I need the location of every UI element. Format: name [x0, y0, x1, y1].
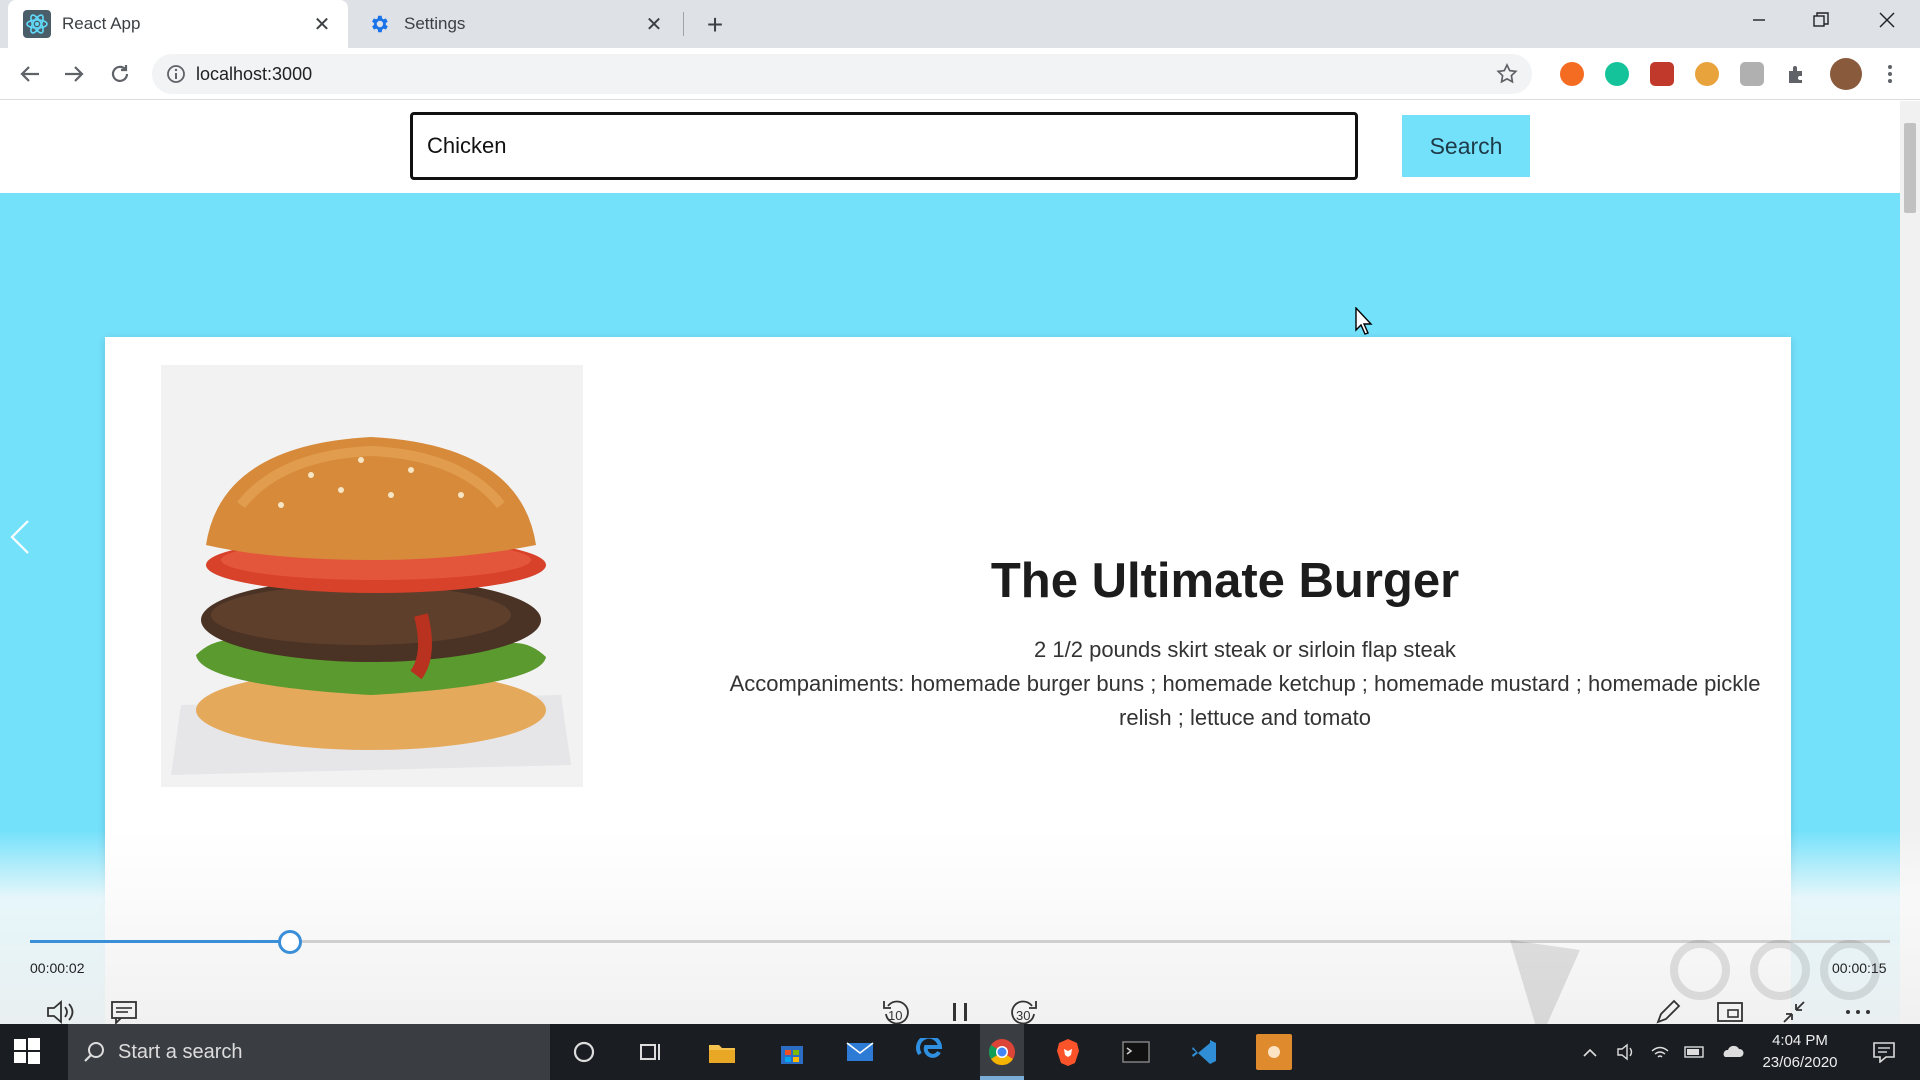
reload-icon[interactable]: [104, 58, 136, 90]
bookmark-star-icon[interactable]: [1496, 63, 1518, 85]
ingredient-item: Accompaniments: homemade burger buns ; h…: [729, 671, 1761, 730]
store-icon[interactable]: [774, 1034, 810, 1070]
screen: React App ✕ Settings ✕ + localhost:3000 …: [0, 0, 1920, 1080]
url-text: localhost:3000: [196, 63, 313, 84]
task-view-icon[interactable]: [634, 1034, 670, 1070]
burger-image: [161, 365, 583, 787]
extension-icon-3[interactable]: [1650, 62, 1674, 86]
cookie-icon[interactable]: [1695, 62, 1719, 86]
tab-close-icon[interactable]: ✕: [310, 12, 334, 36]
brave-icon[interactable]: [1050, 1034, 1086, 1070]
chrome-icon[interactable]: [980, 1024, 1024, 1080]
forward-seconds-label: 30: [1016, 1008, 1031, 1023]
clock-date: 23/06/2020: [1762, 1054, 1838, 1071]
tab-divider: [683, 12, 684, 36]
extension-icon-1[interactable]: [1560, 62, 1584, 86]
notifications-icon[interactable]: [1866, 1034, 1902, 1070]
gear-icon: [364, 9, 394, 39]
vscode-icon[interactable]: [1186, 1034, 1222, 1070]
search-input[interactable]: [410, 112, 1358, 180]
video-progress-fill: [30, 940, 291, 943]
rewind-seconds-label: 10: [888, 1008, 903, 1023]
browser-titlebar: React App ✕ Settings ✕ +: [0, 0, 1920, 48]
forward-icon[interactable]: [58, 58, 90, 90]
new-tab-icon[interactable]: +: [700, 9, 730, 40]
recipe-title: The Ultimate Burger: [990, 554, 1460, 608]
tab-close-icon[interactable]: ✕: [642, 12, 666, 36]
tray-network-icon[interactable]: [1650, 1043, 1670, 1061]
tray-battery-icon[interactable]: [1684, 1045, 1706, 1059]
tab-react-app[interactable]: React App ✕: [8, 0, 348, 48]
clock-time: 4:04 PM: [1772, 1032, 1828, 1049]
tab-label: Settings: [404, 14, 466, 33]
windows-taskbar: Start a search 4:04 PM 23/06/2020: [0, 1024, 1920, 1080]
mail-icon[interactable]: [842, 1034, 878, 1070]
address-bar[interactable]: localhost:3000: [152, 54, 1532, 94]
windows-start-icon[interactable]: [12, 1036, 44, 1068]
minimize-icon[interactable]: [1728, 0, 1790, 40]
info-icon[interactable]: [166, 64, 186, 84]
react-favicon-icon: [22, 9, 52, 39]
restore-icon[interactable]: [1790, 0, 1852, 40]
ingredient-list: 2 1/2 pounds skirt steak or sirloin flap…: [705, 633, 1785, 735]
search-icon: [82, 1040, 106, 1064]
tab-settings[interactable]: Settings ✕: [350, 0, 680, 48]
file-explorer-icon[interactable]: [704, 1034, 740, 1070]
scrollbar-thumb[interactable]: [1904, 123, 1916, 213]
extension-icon-5[interactable]: [1740, 62, 1764, 86]
ingredient-item: 2 1/2 pounds skirt steak or sirloin flap…: [1034, 637, 1456, 662]
browser-toolbar: localhost:3000: [0, 48, 1920, 100]
tray-volume-icon[interactable]: [1616, 1043, 1636, 1061]
search-bar: Search: [0, 101, 1900, 193]
search-button[interactable]: Search: [1402, 115, 1530, 177]
system-tray: [1582, 1024, 1744, 1080]
taskbar-search-placeholder: Start a search: [118, 1040, 243, 1063]
tab-label: React App: [62, 14, 141, 33]
menu-kebab-icon[interactable]: [1878, 62, 1902, 86]
carousel-prev-arrow-icon[interactable]: [8, 517, 32, 557]
back-icon[interactable]: [14, 58, 46, 90]
window-close-icon[interactable]: [1856, 0, 1918, 40]
terminal-icon[interactable]: [1118, 1034, 1154, 1070]
taskbar-clock[interactable]: 4:04 PM 23/06/2020: [1740, 1030, 1860, 1074]
puzzle-extensions-icon[interactable]: [1785, 62, 1809, 86]
edge-icon[interactable]: [912, 1034, 948, 1070]
cortana-icon[interactable]: [566, 1034, 602, 1070]
tray-chevron-up-icon[interactable]: [1582, 1046, 1598, 1058]
profile-avatar[interactable]: [1830, 58, 1862, 90]
grammarly-icon[interactable]: [1605, 62, 1629, 86]
chrome-active-indicator: [980, 1076, 1024, 1080]
icecream-recorder-icon[interactable]: [1256, 1034, 1292, 1070]
taskbar-search-box[interactable]: Start a search: [68, 1024, 550, 1080]
video-current-time: 00:00:02: [30, 960, 85, 976]
mouse-cursor-icon: [1355, 306, 1375, 340]
